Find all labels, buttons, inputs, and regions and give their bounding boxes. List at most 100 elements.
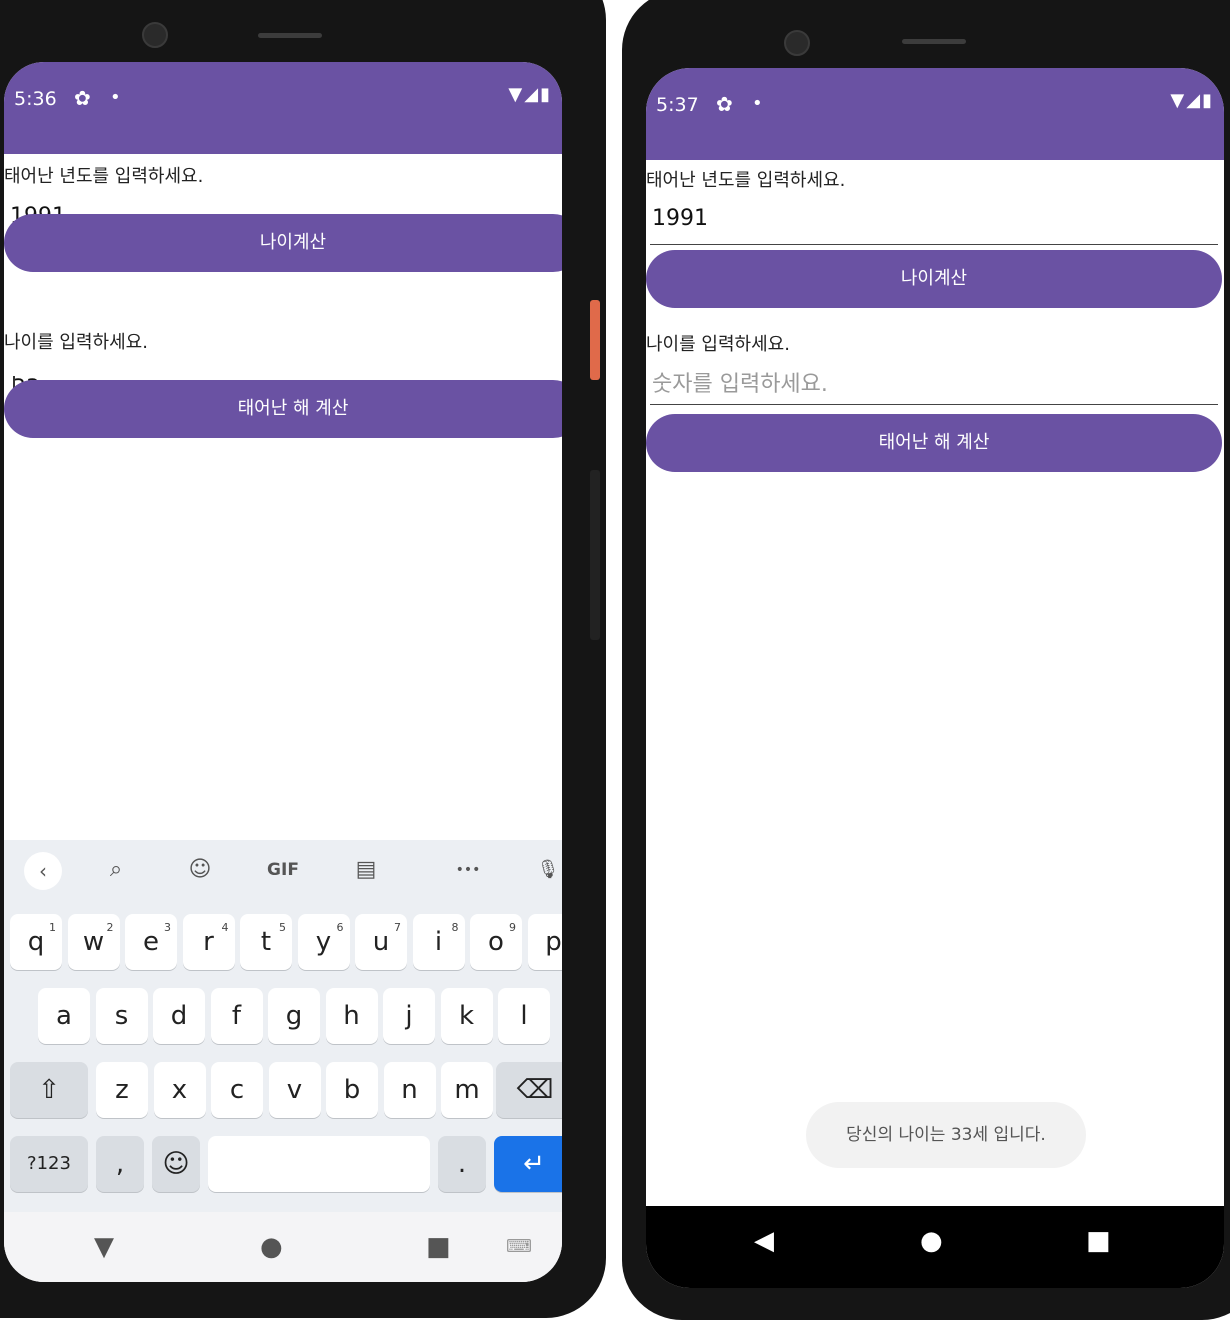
key-v-label: v (286, 1075, 303, 1105)
key-f-label: f (231, 1001, 242, 1031)
key-u[interactable]: u7 (355, 914, 407, 970)
nav-back-icon[interactable]: ▼ (94, 1232, 114, 1262)
keyboard-switch-icon[interactable]: ⌨ (506, 1236, 532, 1257)
key-k[interactable]: k (440, 988, 493, 1044)
key-b-label: b (343, 1075, 361, 1105)
gif-button[interactable]: GIF (258, 852, 308, 888)
key-g[interactable]: g (268, 988, 320, 1044)
enter-key-label: ↵ (523, 1149, 545, 1179)
gear-icon: ✿ (74, 86, 91, 110)
key-y[interactable]: y6 (297, 914, 350, 970)
year-label: 태어난 년도를 입력하세요. (4, 166, 204, 187)
birth-year-button[interactable]: 태어난 해 계산 (646, 414, 1222, 472)
year-input[interactable]: 1991 (650, 198, 1218, 245)
status-bar: 5:36 ✿ • ▼◢▮ (4, 62, 562, 154)
key-z[interactable]: z (96, 1062, 148, 1118)
soft-keyboard: ‹ ⌕ ☺ GIF ▤ ••• 🎙 q1w2e3r4t5y6u7i8o9p0as… (4, 840, 562, 1212)
key-q-label: q (27, 927, 45, 957)
notification-dot-icon: • (752, 93, 763, 114)
key-c[interactable]: c (211, 1062, 263, 1118)
key-s[interactable]: s (95, 988, 148, 1044)
comma-key[interactable]: , (96, 1136, 144, 1192)
key-u-label: u (372, 927, 390, 957)
key-t-label: t (260, 927, 272, 957)
key-d[interactable]: d (153, 988, 205, 1044)
key-l-label: l (520, 1001, 528, 1031)
key-e[interactable]: e3 (125, 914, 177, 970)
birth-year-button[interactable]: 태어난 해 계산 (4, 380, 562, 438)
key-g-label: g (285, 1001, 303, 1031)
key-n[interactable]: n (383, 1062, 436, 1118)
key-i-hint: 8 (451, 921, 459, 934)
age-calc-button[interactable]: 나이계산 (646, 250, 1222, 308)
nav-recents-icon[interactable]: ■ (1086, 1226, 1111, 1256)
key-f[interactable]: f (210, 988, 263, 1044)
key-j[interactable]: j (383, 988, 435, 1044)
nav-home-icon[interactable]: ● (920, 1226, 943, 1256)
key-o-hint: 9 (509, 921, 516, 934)
key-q[interactable]: q1 (10, 914, 62, 970)
speaker-grille (902, 39, 966, 44)
emoji-key-label: ☺ (162, 1149, 190, 1179)
key-x[interactable]: x (153, 1062, 206, 1118)
symbols-key[interactable]: ?123 (10, 1136, 88, 1192)
key-q-hint: 1 (49, 921, 56, 934)
nav-home-icon[interactable]: ● (260, 1232, 283, 1262)
key-y-label: y (315, 927, 332, 957)
search-icon[interactable]: ⌕ (96, 852, 136, 888)
age-input[interactable]: 숫자를 입력하세요. (650, 358, 1218, 405)
navigation-bar: ◀ ● ■ (646, 1206, 1224, 1288)
age-calc-button[interactable]: 나이계산 (4, 214, 562, 272)
side-button (590, 470, 600, 640)
key-o[interactable]: o9 (470, 914, 522, 970)
sticker-icon[interactable]: ☺ (180, 852, 220, 888)
right-screen: 5:37 ✿ • ▼◢▮ 태어난 년도를 입력하세요. 1991 나이계산 나이… (646, 68, 1224, 1288)
gear-icon: ✿ (716, 92, 733, 116)
emoji-key[interactable]: ☺ (152, 1136, 200, 1192)
key-y-hint: 6 (336, 921, 344, 934)
period-key[interactable]: . (438, 1136, 486, 1192)
microphone-icon[interactable]: 🎙 (528, 852, 562, 888)
navigation-bar: ▼ ● ■ ⌨ (4, 1212, 562, 1282)
key-w-label: w (82, 927, 105, 957)
key-w-hint: 2 (106, 921, 114, 934)
nav-recents-icon[interactable]: ■ (426, 1232, 451, 1262)
system-status-icons: ▼◢▮ (1170, 90, 1214, 111)
more-icon[interactable]: ••• (448, 852, 488, 888)
left-phone: 5:36 ✿ • ▼◢▮ 태어난 년도를 입력하세요. 1991 나이계산 나이… (0, 0, 606, 1318)
key-x-label: x (171, 1075, 188, 1105)
backspace-key[interactable]: ⌫ (496, 1062, 562, 1118)
clipboard-icon[interactable]: ▤ (346, 852, 386, 888)
shift-key[interactable]: ⇧ (10, 1062, 88, 1118)
key-t[interactable]: t5 (240, 914, 292, 970)
key-i[interactable]: i8 (412, 914, 465, 970)
key-j-label: j (405, 1001, 413, 1031)
shift-key-label: ⇧ (38, 1075, 60, 1105)
key-w[interactable]: w2 (67, 914, 120, 970)
key-l[interactable]: l (498, 988, 550, 1044)
camera-icon (784, 30, 810, 56)
year-input-value: 1991 (652, 206, 708, 231)
key-m[interactable]: m (441, 1062, 493, 1118)
comma-key-label: , (115, 1149, 125, 1179)
key-r-hint: 4 (221, 921, 229, 934)
key-u-hint: 7 (394, 921, 401, 934)
enter-key[interactable]: ↵ (494, 1136, 562, 1192)
symbols-key-label: ?123 (27, 1153, 71, 1174)
side-button (590, 300, 600, 380)
key-p[interactable]: p0 (527, 914, 562, 970)
left-screen: 5:36 ✿ • ▼◢▮ 태어난 년도를 입력하세요. 1991 나이계산 나이… (4, 62, 562, 1282)
key-a[interactable]: a (38, 988, 90, 1044)
key-e-label: e (143, 927, 159, 957)
key-p-label: p (545, 927, 562, 957)
key-h[interactable]: h (325, 988, 378, 1044)
chevron-left-icon[interactable]: ‹ (24, 852, 62, 890)
key-b[interactable]: b (326, 1062, 378, 1118)
key-r[interactable]: r4 (182, 914, 235, 970)
key-z-label: z (115, 1075, 129, 1105)
period-key-label: . (457, 1149, 467, 1179)
age-label: 나이를 입력하세요. (646, 334, 790, 355)
nav-back-icon[interactable]: ◀ (754, 1226, 774, 1256)
space-key[interactable] (208, 1136, 430, 1192)
key-v[interactable]: v (268, 1062, 321, 1118)
